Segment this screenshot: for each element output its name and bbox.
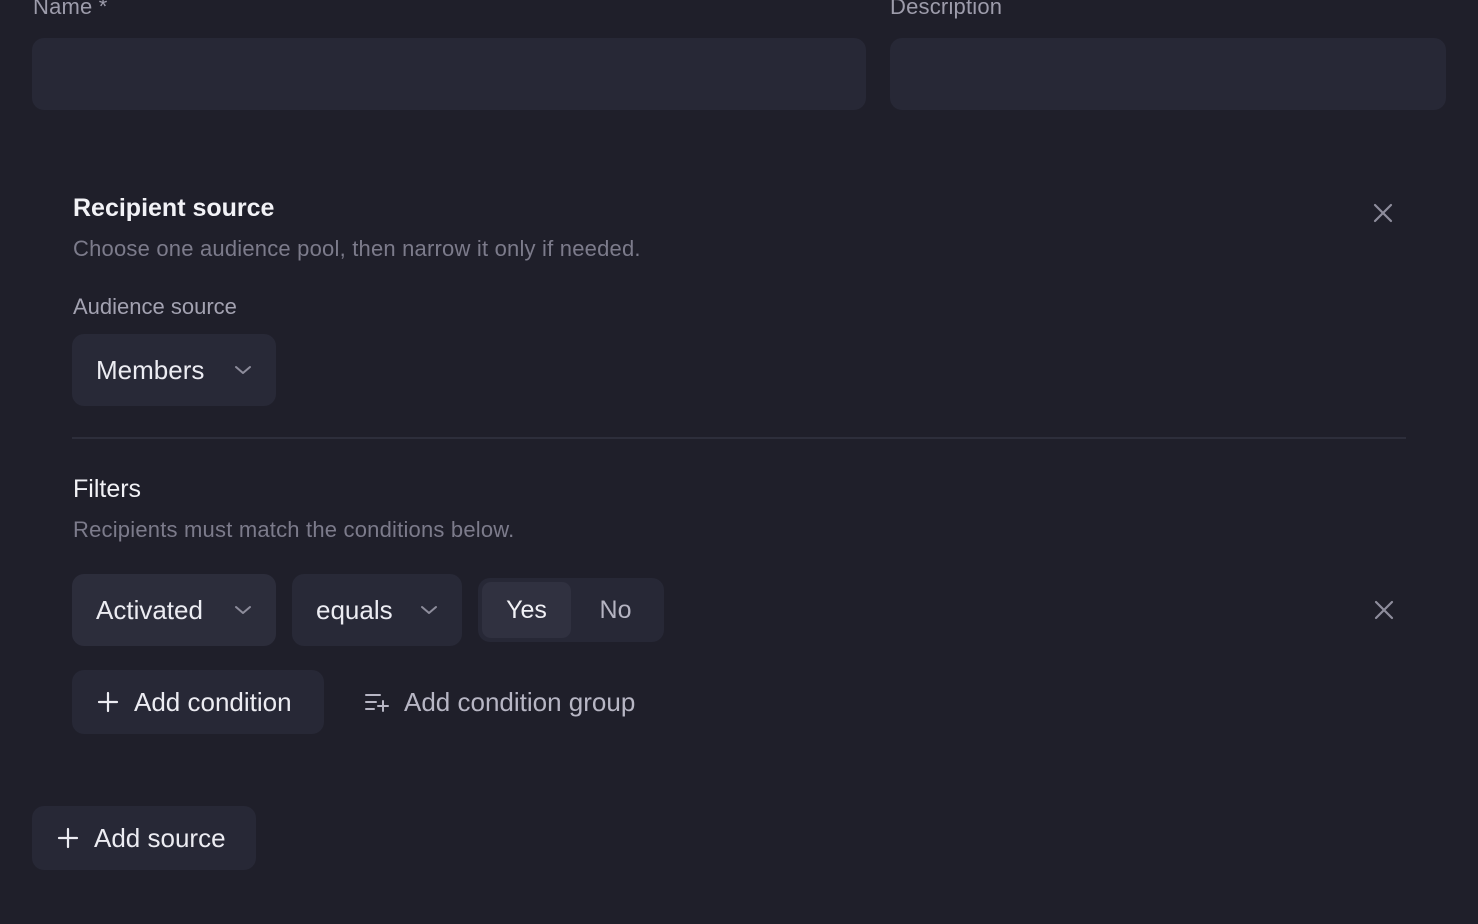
condition-field-select[interactable]: Activated (72, 574, 276, 646)
remove-source-button[interactable] (1368, 198, 1398, 228)
name-label: Name * (33, 0, 108, 19)
toggle-yes[interactable]: Yes (482, 582, 571, 638)
condition-field-value: Activated (96, 594, 203, 625)
filters-subtitle: Recipients must match the conditions bel… (73, 517, 515, 542)
chevron-down-icon (420, 604, 438, 616)
list-add-icon (364, 690, 390, 714)
chevron-down-icon (234, 604, 252, 616)
chevron-down-icon (234, 364, 252, 376)
plus-icon (56, 826, 80, 850)
divider (72, 437, 1406, 439)
condition-operator-select[interactable]: equals (292, 574, 462, 646)
close-icon (1373, 203, 1393, 223)
add-condition-group-button[interactable]: Add condition group (364, 670, 635, 734)
audience-source-label: Audience source (73, 294, 237, 319)
source-card-subtitle: Choose one audience pool, then narrow it… (73, 236, 641, 261)
audience-source-select[interactable]: Members (72, 334, 276, 406)
add-condition-button[interactable]: Add condition (72, 670, 324, 734)
toggle-no[interactable]: No (571, 582, 660, 638)
description-input[interactable] (890, 38, 1446, 110)
close-icon (1374, 600, 1394, 620)
recipient-form: Name * Description Recipient source Choo… (0, 0, 1478, 924)
condition-operator-value: equals (316, 594, 393, 625)
audience-source-value: Members (96, 354, 205, 385)
add-condition-group-label: Add condition group (404, 686, 636, 717)
condition-value-toggle: Yes No (478, 578, 664, 642)
filters-title: Filters (73, 475, 142, 503)
description-label: Description (890, 0, 1003, 19)
source-card-title: Recipient source (73, 194, 275, 222)
add-condition-label: Add condition (134, 686, 292, 717)
add-source-label: Add source (94, 822, 226, 853)
name-input[interactable] (32, 38, 866, 110)
plus-icon (96, 690, 120, 714)
add-source-button[interactable]: Add source (32, 806, 256, 870)
remove-condition-button[interactable] (1369, 595, 1399, 625)
